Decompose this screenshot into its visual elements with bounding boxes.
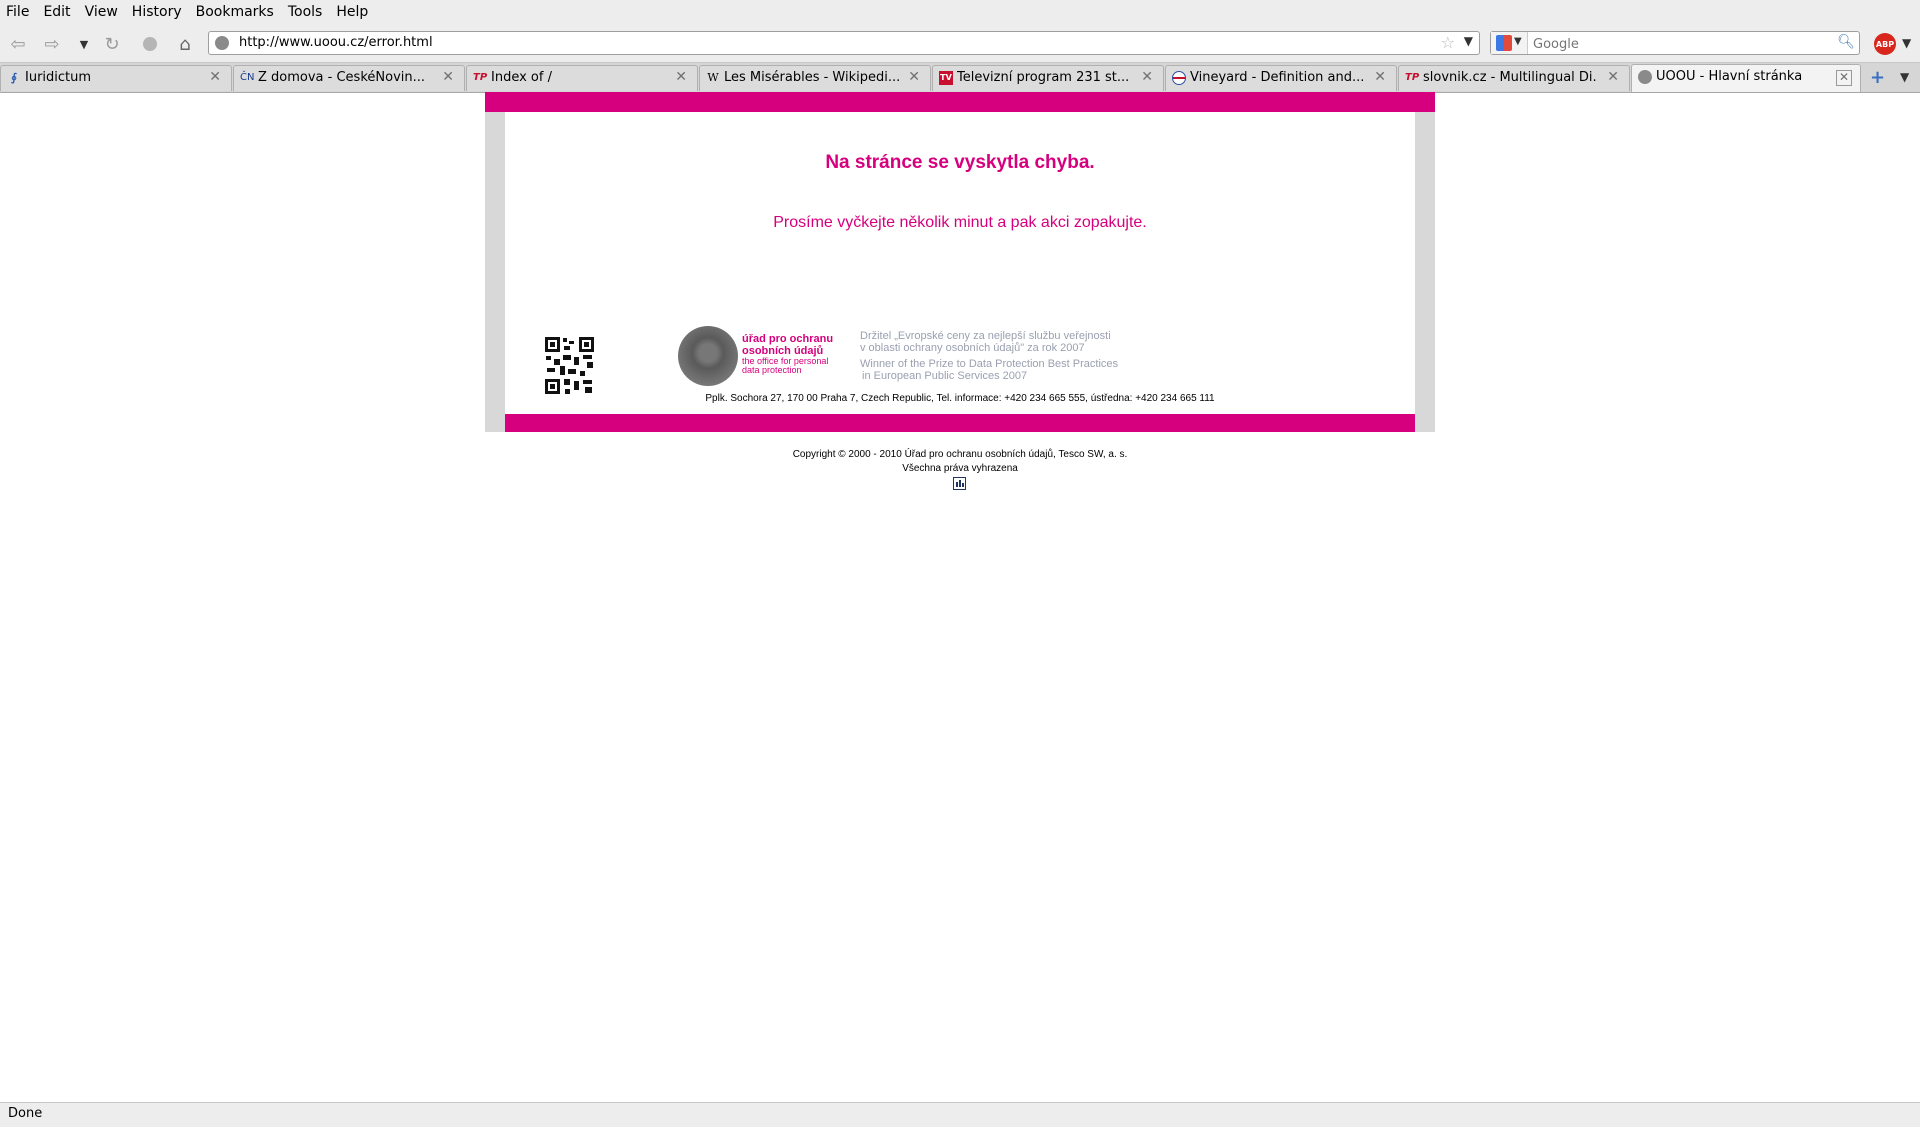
tab-title: Iuridictum	[25, 70, 92, 85]
status-text: Done	[8, 1106, 43, 1121]
close-tab-icon[interactable]: ✕	[209, 69, 221, 85]
site-identity-icon[interactable]	[215, 36, 229, 50]
uoou-icon	[1638, 70, 1652, 84]
error-message: Prosíme vyčkejte několik minut a pak akc…	[773, 214, 1147, 231]
close-tab-icon[interactable]: ✕	[675, 69, 687, 85]
navigation-toolbar: ⇦ ⇨ ▼ ↻ ⌂ http://www.uoou.cz/error.html …	[0, 24, 1920, 63]
menu-history[interactable]: History	[125, 4, 189, 20]
award-en-line1: Winner of the Prize to Data Protection B…	[860, 358, 1119, 370]
google-icon	[1496, 35, 1512, 51]
chevron-down-icon: ▼	[1514, 36, 1522, 47]
close-tab-icon[interactable]: ✕	[442, 69, 454, 85]
reload-icon: ↻	[104, 33, 120, 55]
award-en-line2: in European Public Services 2007	[862, 370, 1028, 382]
address-bar[interactable]: http://www.uoou.cz/error.html ☆ ▼	[208, 31, 1480, 55]
search-engine-selector[interactable]: ▼	[1491, 32, 1528, 54]
bottom-brand-bar	[505, 414, 1415, 432]
status-bar: Done	[0, 1102, 1920, 1127]
close-tab-icon[interactable]: ✕	[1607, 69, 1619, 85]
tab-title: Vineyard - Definition and...	[1190, 70, 1365, 85]
close-tab-icon[interactable]: ✕	[1836, 70, 1852, 86]
url-dropdown-icon[interactable]: ▼	[1464, 34, 1473, 48]
visitor-counter-icon[interactable]	[953, 477, 966, 490]
copyright-notice: Copyright © 2000 - 2010 Úřad pro ochranu…	[485, 448, 1435, 476]
menu-file[interactable]: File	[0, 4, 36, 20]
menu-view[interactable]: View	[78, 4, 125, 20]
tp-icon: TP	[473, 72, 488, 83]
award-cz-line2: v oblasti ochrany osobních údajů" za rok…	[860, 342, 1085, 354]
tv-icon: TV	[939, 71, 953, 85]
chevron-down-icon: ▼	[79, 37, 89, 51]
tab-title: ÚOOÚ - Hlavní stránka	[1656, 69, 1803, 84]
forward-arrow-icon: ⇨	[44, 33, 60, 55]
error-title: Na stránce se vyskytla chyba.	[825, 152, 1095, 173]
bookmark-star-icon[interactable]: ☆	[1441, 33, 1455, 52]
menu-bookmarks[interactable]: Bookmarks	[189, 4, 281, 20]
tab-uoou-active[interactable]: ÚOOÚ - Hlavní stránka ✕	[1631, 64, 1861, 92]
list-all-tabs-icon[interactable]: ▼	[1900, 70, 1909, 84]
tab-slovnik[interactable]: TP slovnik.cz - Multilingual Di... ✕	[1398, 65, 1630, 91]
tab-iuridictum[interactable]: ∮ Iuridictum ✕	[0, 65, 232, 91]
search-icon[interactable]: 🔍︎	[1837, 34, 1855, 50]
search-bar: ▼ 🔍︎	[1490, 31, 1860, 55]
back-button[interactable]: ⇦	[6, 32, 30, 56]
menu-bar: File Edit View History Bookmarks Tools H…	[0, 0, 1920, 24]
award-cz-line1: Držitel „Evropské ceny za nejlepší služb…	[860, 330, 1111, 342]
tab-title: Z domova - ČeskéNovin...	[258, 70, 426, 85]
top-brand-bar	[485, 92, 1435, 112]
tp-icon: TP	[1405, 72, 1420, 83]
adblock-plus-icon[interactable]: ABP	[1874, 33, 1896, 55]
tab-title: Televizní program 231 st...	[957, 70, 1130, 85]
office-logo-text: úřad pro ochranu osobních údajů the offi…	[742, 333, 833, 375]
forward-button[interactable]: ⇨	[40, 32, 64, 56]
iuridictum-icon: ∮	[10, 71, 18, 84]
adblock-menu-chevron-icon[interactable]: ▼	[1902, 36, 1911, 50]
logo-en-line2: data protection	[742, 365, 802, 375]
url-text[interactable]: http://www.uoou.cz/error.html	[239, 35, 433, 50]
close-tab-icon[interactable]: ✕	[908, 69, 920, 85]
tab-title: Les Misérables - Wikipedi...	[724, 70, 899, 85]
home-button[interactable]: ⌂	[173, 32, 197, 56]
ceskenoviny-icon: ČN	[240, 72, 255, 83]
close-tab-icon[interactable]: ✕	[1141, 69, 1153, 85]
copyright-line2: Všechna práva vyhrazena	[902, 463, 1018, 474]
menu-tools[interactable]: Tools	[281, 4, 330, 20]
history-dropdown-button[interactable]: ▼	[72, 32, 96, 56]
tab-televizni-program[interactable]: TV Televizní program 231 st... ✕	[932, 65, 1164, 91]
new-tab-icon[interactable]: +	[1870, 67, 1885, 88]
stop-icon	[143, 37, 157, 51]
close-tab-icon[interactable]: ✕	[1374, 69, 1386, 85]
menu-edit[interactable]: Edit	[36, 4, 77, 20]
tab-vineyard[interactable]: Vineyard - Definition and... ✕	[1165, 65, 1397, 91]
menu-help[interactable]: Help	[329, 4, 375, 20]
tab-ceskenoviny[interactable]: ČN Z domova - ČeskéNovin... ✕	[233, 65, 465, 91]
tab-title: slovnik.cz - Multilingual Di...	[1423, 70, 1598, 85]
tab-index-of[interactable]: TP Index of / ✕	[466, 65, 698, 91]
copyright-line1: Copyright © 2000 - 2010 Úřad pro ochranu…	[792, 449, 1128, 460]
logo-cz-line1: úřad pro ochranu	[742, 333, 834, 345]
tab-bar: ∮ Iuridictum ✕ ČN Z domova - ČeskéNovin.…	[0, 63, 1920, 93]
wikipedia-icon: W	[707, 71, 719, 84]
home-icon: ⌂	[179, 33, 191, 55]
qr-code-icon	[543, 335, 596, 396]
dictionary-icon	[1172, 71, 1186, 85]
tab-title: Index of /	[491, 70, 552, 85]
award-text: Držitel „Evropské ceny za nejlepší služb…	[860, 330, 1118, 382]
tab-les-miserables[interactable]: W Les Misérables - Wikipedi... ✕	[699, 65, 931, 91]
search-input[interactable]	[1531, 34, 1835, 54]
state-seal-logo	[678, 326, 738, 386]
reload-button[interactable]: ↻	[100, 32, 124, 56]
stop-button[interactable]	[138, 32, 162, 56]
back-arrow-icon: ⇦	[10, 33, 26, 55]
contact-address: Pplk. Sochora 27, 170 00 Praha 7, Czech …	[705, 393, 1215, 404]
